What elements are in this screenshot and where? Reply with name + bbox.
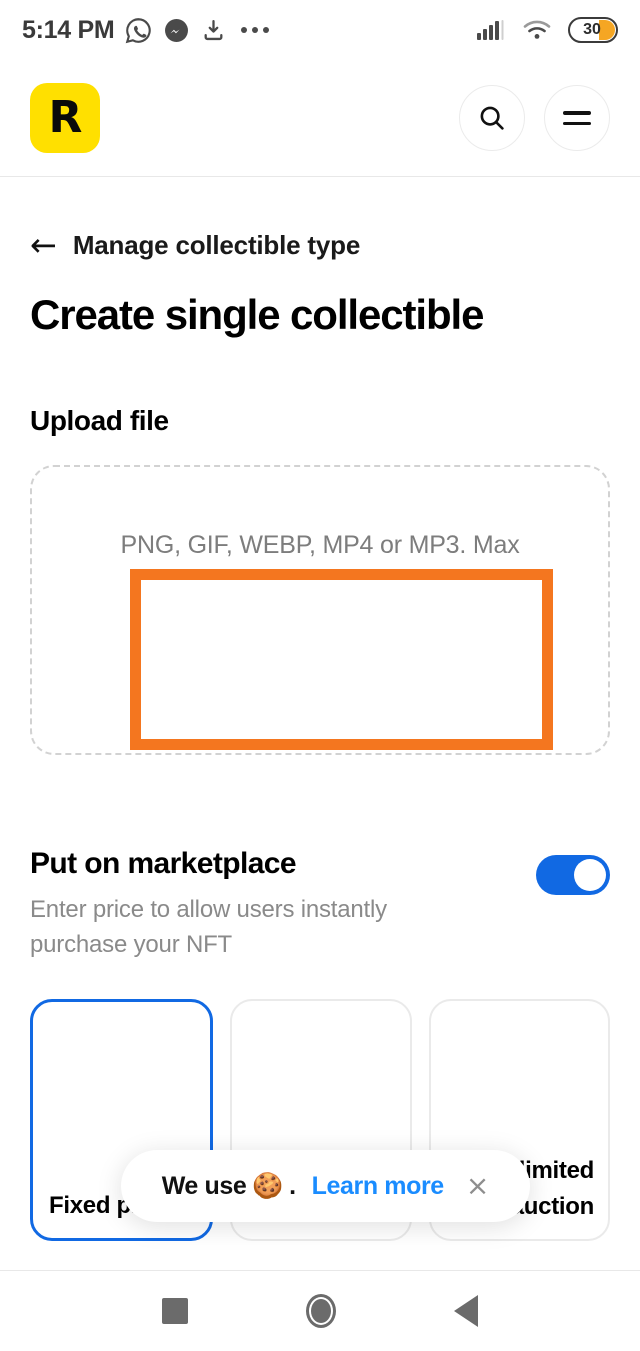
toggle-knob [574,859,606,891]
android-nav-bar [0,1270,640,1351]
recents-button[interactable] [162,1298,188,1324]
home-button[interactable] [306,1294,336,1328]
status-bar-left: 5:14 PM [22,15,270,45]
search-icon [480,106,504,130]
menu-icon [563,111,591,125]
back-arrow-icon: ← [30,226,57,264]
app-header: R [0,60,640,177]
status-time: 5:14 PM [22,15,115,44]
upload-section-title: Upload file [30,405,169,436]
cookie-banner: We use 🍪. Learn more × [121,1150,530,1222]
menu-button[interactable] [544,85,610,151]
phone-screen: 5:14 PM 30 R ← Manage collectible type C… [0,0,640,1351]
logo-letter: R [48,92,83,143]
back-button[interactable] [454,1295,478,1327]
main-content: ← Manage collectible type Create single … [0,177,640,1241]
whatsapp-icon [126,17,152,43]
cookie-text: We use 🍪. [162,1172,296,1201]
marketplace-section: Put on marketplace Enter price to allow … [0,755,640,963]
battery-icon: 30 [568,17,618,43]
cookie-learn-more-link[interactable]: Learn more [312,1172,445,1201]
upload-dropzone[interactable]: PNG, GIF, WEBP, MP4 or MP3. Max 30mb. Ch… [30,465,610,755]
battery-level: 30 [583,21,601,38]
header-actions [459,85,610,151]
cookie-separator: . [289,1171,296,1200]
marketplace-title: Put on marketplace [30,847,297,880]
cookie-text-label: We use [161,1171,247,1200]
messenger-icon [165,18,189,42]
download-icon [204,19,223,40]
search-button[interactable] [459,85,525,151]
close-icon[interactable]: × [466,1172,489,1200]
page-title: Create single collectible [30,291,484,338]
choose-file-button[interactable]: Choose File [188,620,452,692]
back-navigation[interactable]: ← Manage collectible type [0,177,640,261]
cellular-signal-icon [477,20,504,40]
status-bar-right: 30 [476,17,618,43]
marketplace-subtitle: Enter price to allow users instantly pur… [30,896,387,958]
more-dots-icon [241,27,270,33]
status-bar: 5:14 PM 30 [0,0,640,60]
wifi-icon [523,20,551,39]
rarible-logo[interactable]: R [30,83,100,153]
back-label: Manage collectible type [72,229,361,260]
upload-hint: PNG, GIF, WEBP, MP4 or MP3. Max 30mb. [120,530,520,593]
marketplace-text: Put on marketplace Enter price to allow … [30,847,460,963]
marketplace-toggle[interactable] [536,855,610,895]
cookie-icon: 🍪 [252,1171,284,1200]
